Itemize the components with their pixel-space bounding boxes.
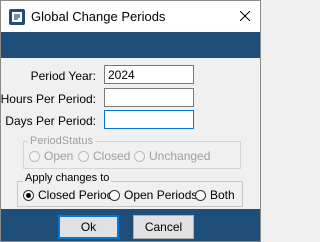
radio-label: Unchanged xyxy=(149,149,211,163)
status-unchanged-radio[interactable]: Unchanged xyxy=(134,149,210,163)
radio-label: Closed xyxy=(93,149,131,163)
radio-label: Open xyxy=(44,149,74,163)
apply-open-periods-radio[interactable]: Open Periods xyxy=(109,188,197,202)
radio-circle xyxy=(109,189,120,201)
ok-button[interactable]: Ok xyxy=(58,215,119,239)
footer-band xyxy=(1,209,260,241)
app-icon xyxy=(9,9,25,25)
header-band xyxy=(1,32,260,58)
dialog-window: Global Change Periods Period Year: Hours… xyxy=(0,0,261,242)
radio-label: Closed Periods xyxy=(38,188,120,202)
apply-changes-title: Apply changes to xyxy=(23,172,112,184)
apply-both-radio[interactable]: Both xyxy=(195,188,235,202)
radio-label: Both xyxy=(210,188,235,202)
radio-circle xyxy=(195,189,206,201)
radio-circle xyxy=(23,189,34,201)
hours-per-period-label: Hours Per Period: xyxy=(0,92,96,106)
period-year-input[interactable] xyxy=(104,65,194,84)
radio-label: Open Periods xyxy=(124,188,198,202)
status-closed-radio[interactable]: Closed xyxy=(78,149,130,163)
apply-closed-periods-radio[interactable]: Closed Periods xyxy=(23,188,119,202)
close-button[interactable] xyxy=(230,1,260,32)
period-status-title: PeriodStatus xyxy=(28,135,95,147)
close-icon xyxy=(239,10,251,24)
status-open-radio[interactable]: Open xyxy=(29,149,73,163)
hours-per-period-input[interactable] xyxy=(104,88,194,107)
period-year-label: Period Year: xyxy=(30,69,96,83)
radio-circle xyxy=(134,150,145,162)
title-bar[interactable]: Global Change Periods xyxy=(1,1,260,32)
window-title: Global Change Periods xyxy=(31,9,166,24)
cancel-button[interactable]: Cancel xyxy=(133,215,194,239)
days-per-period-label: Days Per Period: xyxy=(5,114,96,128)
radio-circle xyxy=(29,150,40,162)
days-per-period-input[interactable] xyxy=(104,110,194,129)
radio-circle xyxy=(78,150,89,162)
